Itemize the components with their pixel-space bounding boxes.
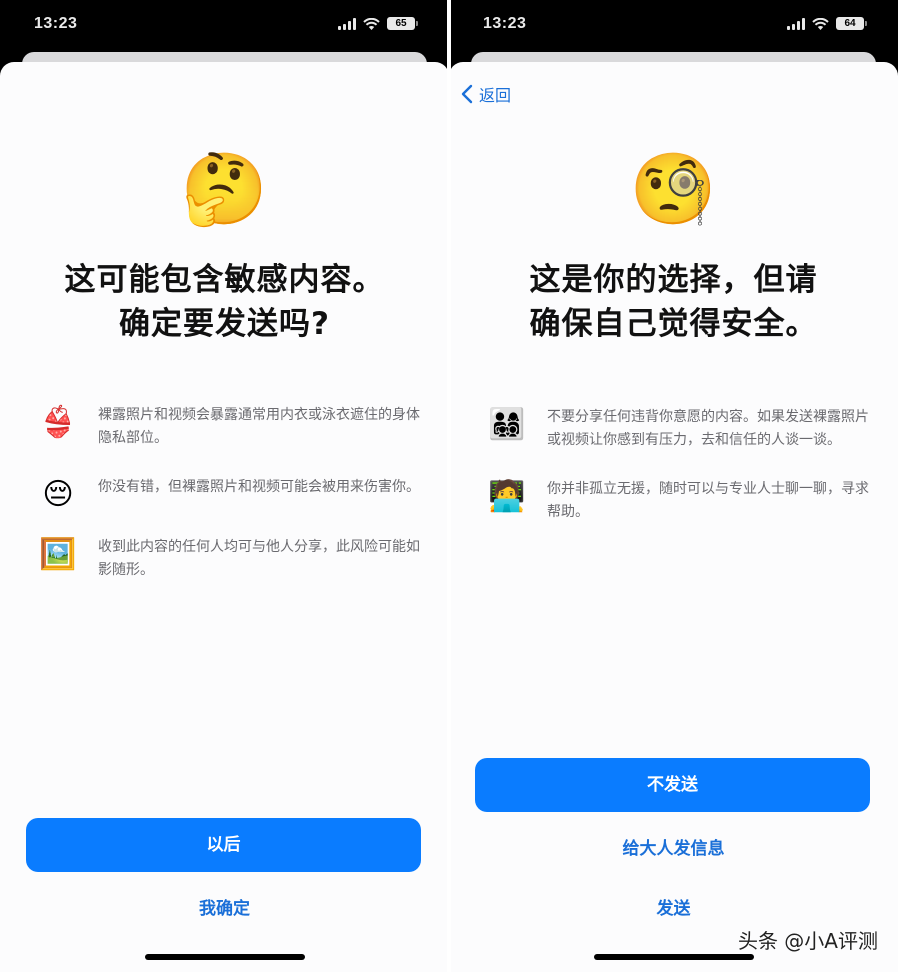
list-item: 😔 你没有错，但裸露照片和视频可能会被用来伤害你。 xyxy=(36,476,425,510)
list-item: 👨‍👩‍👧‍👦 不要分享任何违背你意愿的内容。如果发送裸露照片或视频让你感到有压… xyxy=(485,406,874,452)
status-bar: 13:23 65 xyxy=(0,0,449,52)
framed-picture-icon: 🖼️ xyxy=(39,537,77,572)
back-button[interactable]: 返回 xyxy=(461,82,511,106)
wifi-icon xyxy=(363,17,380,30)
safety-sheet: 返回 🧐 这是你的选择，但请 确保自己觉得安全。 👨‍👩‍👧‍👦 不要分享任何违… xyxy=(449,62,898,972)
sheet-title: 这是你的选择，但请 确保自己觉得安全。 xyxy=(449,258,898,346)
sheet-title: 这可能包含敏感内容。 确定要发送吗? xyxy=(0,258,449,346)
list-item: 🧑‍💻 你并非孤立无援，随时可以与专业人士聊一聊，寻求帮助。 xyxy=(485,478,874,524)
later-button[interactable]: 以后 xyxy=(26,818,421,872)
swimsuit-icon: 👙 xyxy=(39,405,77,440)
cellular-signal-icon xyxy=(338,17,356,30)
thinking-face-icon: 🤔 xyxy=(180,148,269,230)
cellular-signal-icon xyxy=(787,17,805,30)
send-button[interactable]: 发送 xyxy=(449,894,898,919)
list-item: 👙 裸露照片和视频会暴露通常用内衣或泳衣遮住的身体隐私部位。 xyxy=(36,404,425,450)
pensive-face-icon: 😔 xyxy=(42,477,74,512)
title-line-2: 确定要发送吗? xyxy=(119,306,330,342)
home-indicator[interactable] xyxy=(593,954,754,960)
confirm-send-button[interactable]: 我确定 xyxy=(0,894,449,919)
list-item-text: 裸露照片和视频会暴露通常用内衣或泳衣遮住的身体隐私部位。 xyxy=(98,407,420,446)
battery-icon: 64 xyxy=(836,17,867,30)
monocle-face-icon: 🧐 xyxy=(629,148,718,230)
status-time: 13:23 xyxy=(34,15,78,32)
chevron-left-icon xyxy=(461,84,473,104)
message-adult-button[interactable]: 给大人发信息 xyxy=(449,834,898,859)
status-time: 13:23 xyxy=(483,15,527,32)
info-list: 👙 裸露照片和视频会暴露通常用内衣或泳衣遮住的身体隐私部位。 😔 你没有错，但裸… xyxy=(36,404,425,608)
dont-send-button[interactable]: 不发送 xyxy=(475,758,870,812)
title-line-1: 这是你的选择，但请 xyxy=(529,262,818,298)
battery-icon: 65 xyxy=(387,17,418,30)
list-item-text: 你没有错，但裸露照片和视频可能会被用来伤害你。 xyxy=(98,479,420,495)
back-label: 返回 xyxy=(479,86,512,105)
list-item-text: 收到此内容的任何人均可与他人分享，此风险可能如影随形。 xyxy=(98,539,420,578)
list-item-text: 你并非孤立无援，随时可以与专业人士聊一聊，寻求帮助。 xyxy=(547,481,869,520)
wifi-icon xyxy=(812,17,829,30)
title-line-1: 这可能包含敏感内容。 xyxy=(64,262,385,298)
info-list: 👨‍👩‍👧‍👦 不要分享任何违背你意愿的内容。如果发送裸露照片或视频让你感到有压… xyxy=(485,406,874,550)
left-phone-screen: 13:23 65 🤔 这可能包含敏感内容。 确定要发送吗? 👙 裸露照片和视频会… xyxy=(0,0,449,972)
home-indicator[interactable] xyxy=(144,954,305,960)
screens-divider xyxy=(447,0,451,972)
family-icon: 👨‍👩‍👧‍👦 xyxy=(488,407,526,442)
professional-icon: 🧑‍💻 xyxy=(488,479,526,514)
status-bar: 13:23 64 xyxy=(449,0,898,52)
list-item-text: 不要分享任何违背你意愿的内容。如果发送裸露照片或视频让你感到有压力，去和信任的人… xyxy=(547,409,869,448)
right-phone-screen: 13:23 64 返回 🧐 这是你的选择，但请 确保自己觉得安全。 xyxy=(449,0,898,972)
sensitive-content-sheet: 🤔 这可能包含敏感内容。 确定要发送吗? 👙 裸露照片和视频会暴露通常用内衣或泳… xyxy=(0,62,449,972)
title-line-2: 确保自己觉得安全。 xyxy=(529,306,818,342)
watermark: 头条 @小A评测 xyxy=(737,929,878,953)
list-item: 🖼️ 收到此内容的任何人均可与他人分享，此风险可能如影随形。 xyxy=(36,536,425,582)
